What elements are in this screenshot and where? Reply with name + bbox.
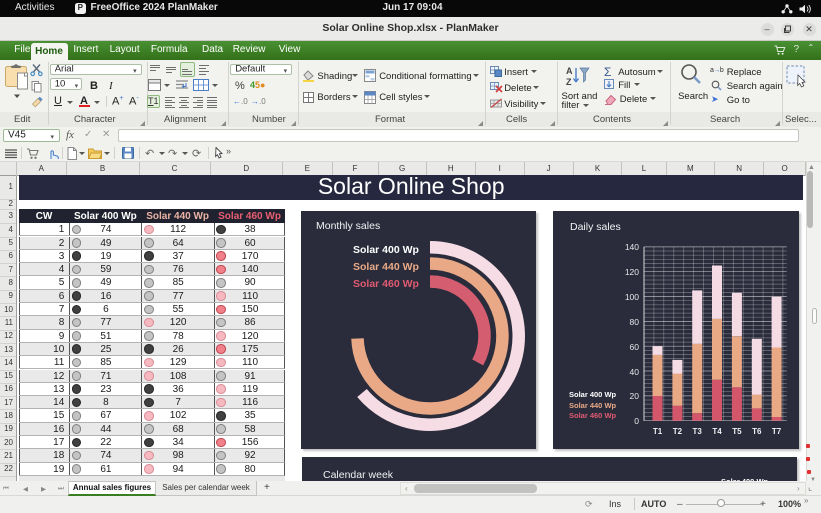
svg-text:A: A [566, 66, 573, 76]
svg-text:Z: Z [566, 77, 572, 87]
